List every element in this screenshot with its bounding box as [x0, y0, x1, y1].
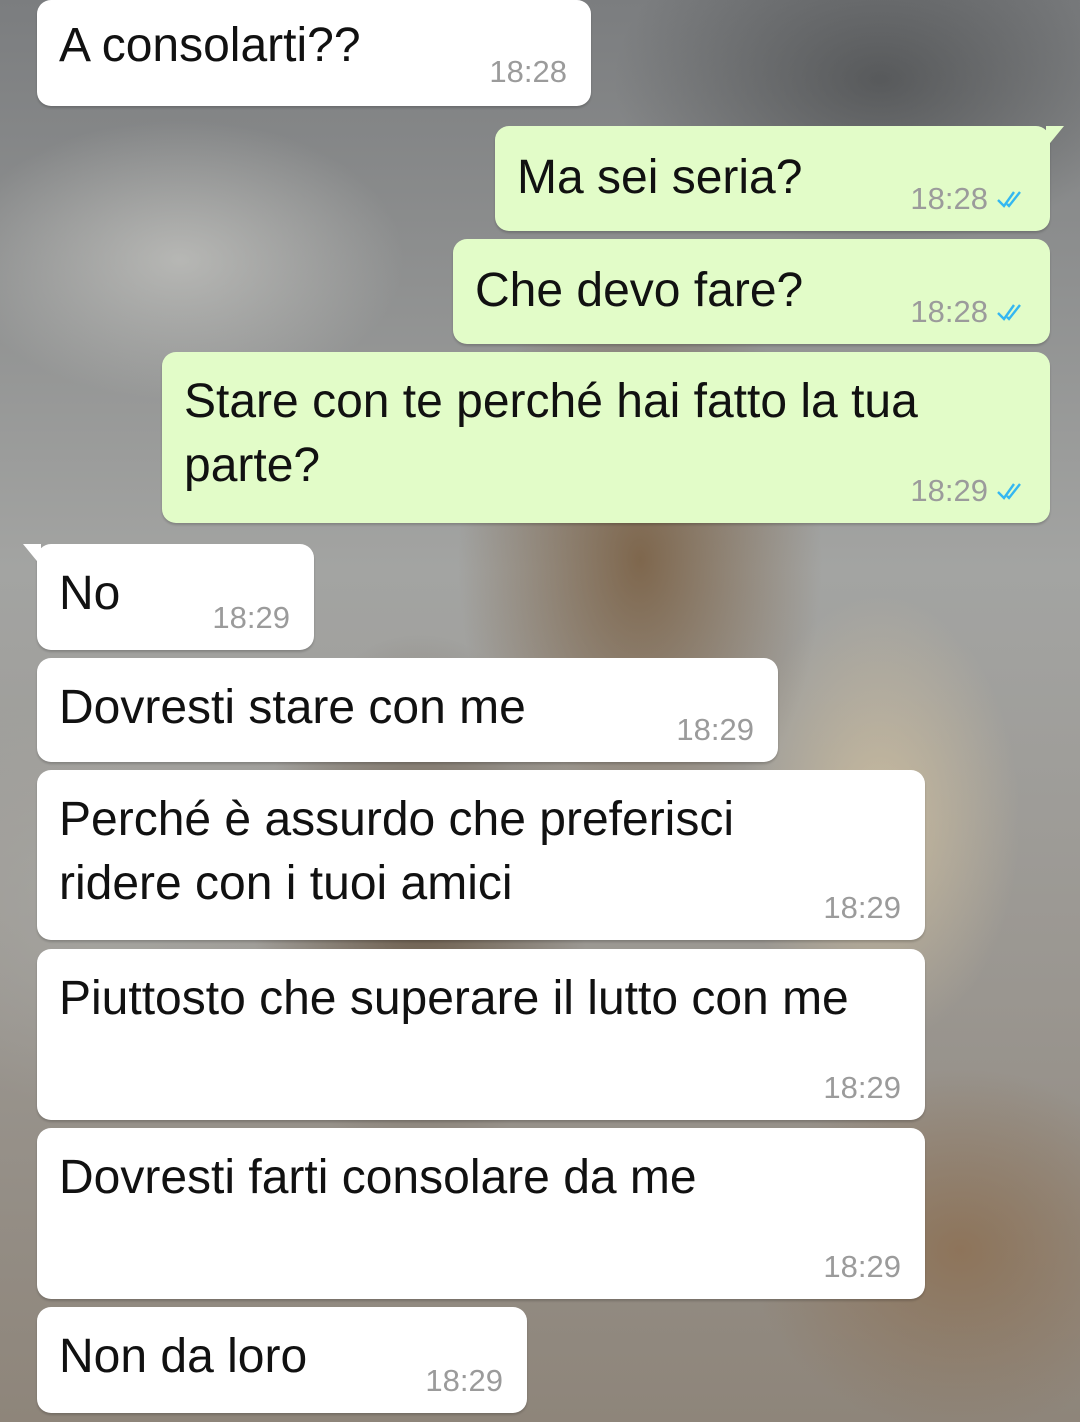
message-meta: 18:29: [212, 598, 290, 638]
message-time: 18:29: [676, 712, 754, 747]
message-time: 18:29: [823, 890, 901, 925]
bubble-tail: [1046, 126, 1064, 148]
message-time: 18:28: [910, 294, 988, 329]
message-bubble-incoming[interactable]: No 18:29: [23, 544, 314, 650]
message-text: Stare con te perché hai fatto la tua par…: [184, 375, 918, 492]
message-text: A consolarti??: [59, 19, 361, 72]
message-list[interactable]: A consolarti?? 18:28 Ma sei seria? 18:28…: [0, 0, 1080, 1422]
message-meta: 18:29: [823, 888, 901, 928]
double-check-icon: [997, 191, 1021, 208]
message-text: Che devo fare?: [475, 264, 804, 317]
message-meta: 18:29: [676, 710, 754, 750]
message-meta: 18:28: [489, 52, 567, 92]
message-text: Piuttosto che superare il lutto con me: [59, 972, 849, 1025]
message-time: 18:29: [823, 1249, 901, 1284]
message-meta: 18:29: [425, 1361, 503, 1401]
message-bubble-incoming[interactable]: Perché è assurdo che preferisci ridere c…: [37, 770, 925, 940]
message-time: 18:29: [425, 1363, 503, 1398]
message-meta: 18:28: [910, 179, 1026, 219]
double-check-icon: [997, 304, 1021, 321]
message-time: 18:29: [823, 1070, 901, 1105]
message-text: Dovresti stare con me: [59, 681, 526, 734]
bubble-tail: [23, 544, 41, 566]
message-bubble-outgoing[interactable]: Stare con te perché hai fatto la tua par…: [162, 352, 1050, 523]
message-text: Non da loro: [59, 1330, 308, 1383]
message-bubble-incoming[interactable]: Dovresti stare con me 18:29: [37, 658, 778, 762]
message-meta: 18:29: [823, 1247, 901, 1287]
message-bubble-outgoing[interactable]: Ma sei seria? 18:28: [495, 126, 1064, 231]
double-check-icon: [997, 483, 1021, 500]
message-bubble-incoming[interactable]: Dovresti farti consolare da me 18:29: [37, 1128, 925, 1299]
message-bubble-incoming[interactable]: Non da loro 18:29: [37, 1307, 527, 1413]
message-text: Dovresti farti consolare da me: [59, 1151, 697, 1204]
message-time: 18:29: [910, 473, 988, 508]
message-meta: 18:29: [910, 471, 1026, 511]
message-time: 18:29: [212, 600, 290, 635]
message-meta: 18:28: [910, 292, 1026, 332]
message-bubble-outgoing[interactable]: Che devo fare? 18:28: [453, 239, 1050, 344]
message-bubble-incoming[interactable]: Piuttosto che superare il lutto con me 1…: [37, 949, 925, 1120]
message-time: 18:28: [489, 54, 567, 89]
message-bubble-incoming[interactable]: A consolarti?? 18:28: [37, 0, 591, 106]
message-text: No: [59, 567, 121, 620]
message-meta: 18:29: [823, 1068, 901, 1108]
message-text: Ma sei seria?: [517, 151, 803, 204]
message-text: Perché è assurdo che preferisci ridere c…: [59, 793, 734, 910]
message-time: 18:28: [910, 181, 988, 216]
